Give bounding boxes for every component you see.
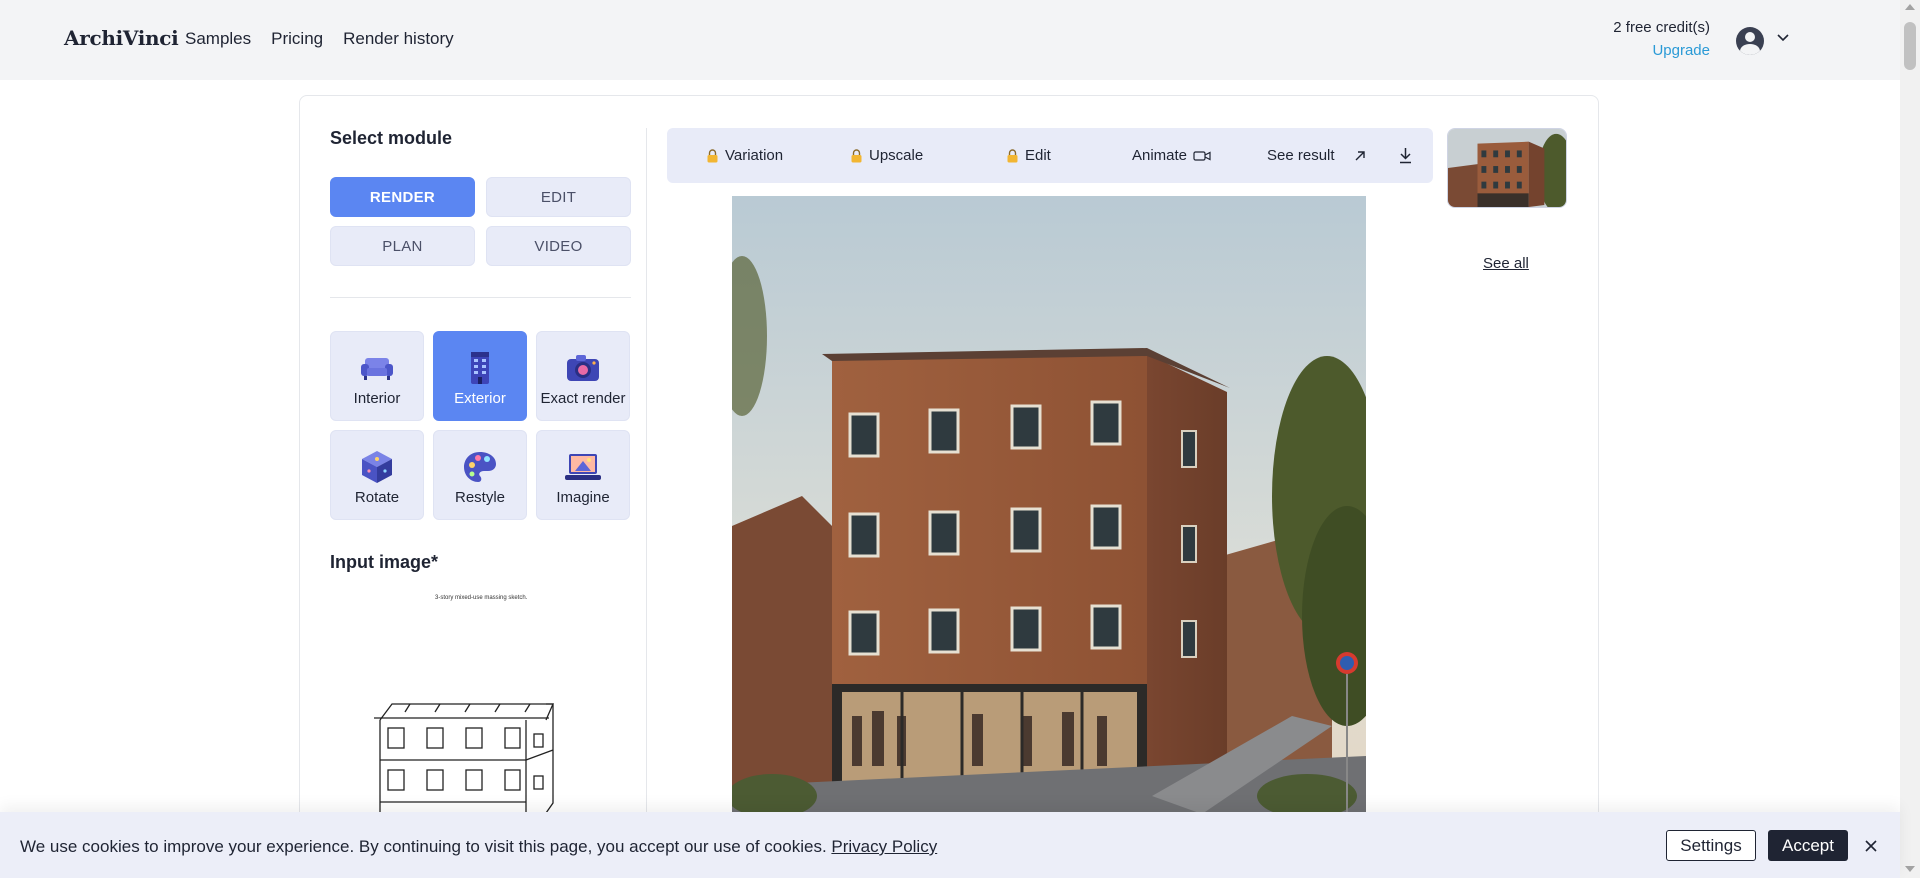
video-camera-icon bbox=[1193, 150, 1211, 161]
result-toolbar: Variation Upscale Edit Animate See resul… bbox=[667, 128, 1433, 183]
palette-icon bbox=[464, 452, 496, 482]
laptop-icon bbox=[565, 454, 601, 480]
type-label: Interior bbox=[353, 390, 401, 407]
variation-button[interactable]: Variation bbox=[706, 147, 783, 164]
variation-label: Variation bbox=[725, 147, 784, 164]
lock-icon bbox=[851, 148, 862, 162]
cookie-settings-button[interactable]: Settings bbox=[1666, 830, 1756, 861]
animate-label: Animate bbox=[1132, 147, 1188, 164]
main-nav: Samples Pricing Render history bbox=[185, 29, 454, 49]
type-label: Rotate bbox=[354, 489, 400, 506]
rendered-exterior-image[interactable] bbox=[732, 196, 1366, 814]
input-image-title: Input image* bbox=[330, 552, 439, 572]
scroll-thumb[interactable] bbox=[1904, 22, 1916, 70]
camera-icon bbox=[567, 355, 599, 381]
close-icon[interactable] bbox=[1864, 839, 1878, 853]
upgrade-link[interactable]: Upgrade bbox=[1612, 42, 1710, 59]
logo[interactable]: ArchiVinci bbox=[64, 26, 179, 50]
download-icon[interactable] bbox=[1398, 147, 1413, 164]
type-label: Exact render bbox=[540, 390, 626, 407]
module-video-button[interactable]: VIDEO bbox=[486, 226, 631, 266]
type-label: Imagine bbox=[556, 489, 610, 506]
see-result-button[interactable]: See result bbox=[1267, 147, 1367, 164]
select-module-title: Select module bbox=[330, 128, 453, 148]
external-link-icon bbox=[1355, 150, 1365, 160]
top-navigation-bar: ArchiVinci Samples Pricing Render histor… bbox=[0, 0, 1900, 80]
panel-divider bbox=[646, 128, 647, 828]
see-all-link[interactable]: See all bbox=[1483, 255, 1529, 272]
type-imagine-tile[interactable]: Imagine bbox=[536, 430, 630, 520]
cookie-banner: We use cookies to improve your experienc… bbox=[0, 812, 1900, 878]
type-restyle-tile[interactable]: Restyle bbox=[433, 430, 527, 520]
input-sketch-image[interactable] bbox=[370, 698, 555, 813]
section-divider bbox=[330, 297, 631, 298]
module-render-button[interactable]: RENDER bbox=[330, 177, 475, 217]
type-label: Exterior bbox=[454, 390, 506, 407]
module-edit-button[interactable]: EDIT bbox=[486, 177, 631, 217]
sketch-caption: 3-story mixed-use massing sketch. bbox=[435, 595, 528, 601]
credits-box: 2 free credit(s) Upgrade bbox=[1612, 19, 1710, 59]
privacy-policy-link[interactable]: Privacy Policy bbox=[831, 837, 937, 856]
nav-pricing[interactable]: Pricing bbox=[271, 29, 323, 49]
see-result-label: See result bbox=[1267, 147, 1335, 164]
cookie-accept-button[interactable]: Accept bbox=[1768, 830, 1848, 861]
edit-button[interactable]: Edit bbox=[1006, 147, 1051, 164]
scroll-up-arrow[interactable] bbox=[1905, 4, 1915, 10]
page-scrollbar[interactable] bbox=[1900, 0, 1920, 878]
cookie-text: We use cookies to improve your experienc… bbox=[20, 837, 937, 857]
type-label: Restyle bbox=[454, 489, 506, 506]
chevron-down-icon[interactable] bbox=[1777, 32, 1789, 44]
sofa-icon bbox=[361, 358, 393, 380]
cube-icon bbox=[362, 451, 392, 483]
nav-render-history[interactable]: Render history bbox=[343, 29, 454, 49]
building-icon bbox=[471, 352, 489, 384]
upscale-label: Upscale bbox=[869, 147, 924, 164]
animate-button[interactable]: Animate bbox=[1132, 147, 1211, 164]
cookie-message: We use cookies to improve your experienc… bbox=[20, 837, 827, 856]
result-thumbnail[interactable] bbox=[1447, 128, 1567, 208]
lock-icon bbox=[1007, 148, 1018, 162]
type-interior-tile[interactable]: Interior bbox=[330, 331, 424, 421]
type-rotate-tile[interactable]: Rotate bbox=[330, 430, 424, 520]
type-exterior-tile[interactable]: Exterior bbox=[433, 331, 527, 421]
upscale-button[interactable]: Upscale bbox=[850, 147, 923, 164]
type-exact-render-tile[interactable]: Exact render bbox=[536, 331, 630, 421]
credits-count: 2 free credit(s) bbox=[1613, 19, 1710, 36]
module-plan-button[interactable]: PLAN bbox=[330, 226, 475, 266]
avatar[interactable] bbox=[1736, 27, 1764, 55]
edit-label: Edit bbox=[1025, 147, 1051, 164]
lock-icon bbox=[707, 148, 718, 162]
scroll-down-arrow[interactable] bbox=[1905, 866, 1915, 872]
nav-samples[interactable]: Samples bbox=[185, 29, 251, 49]
